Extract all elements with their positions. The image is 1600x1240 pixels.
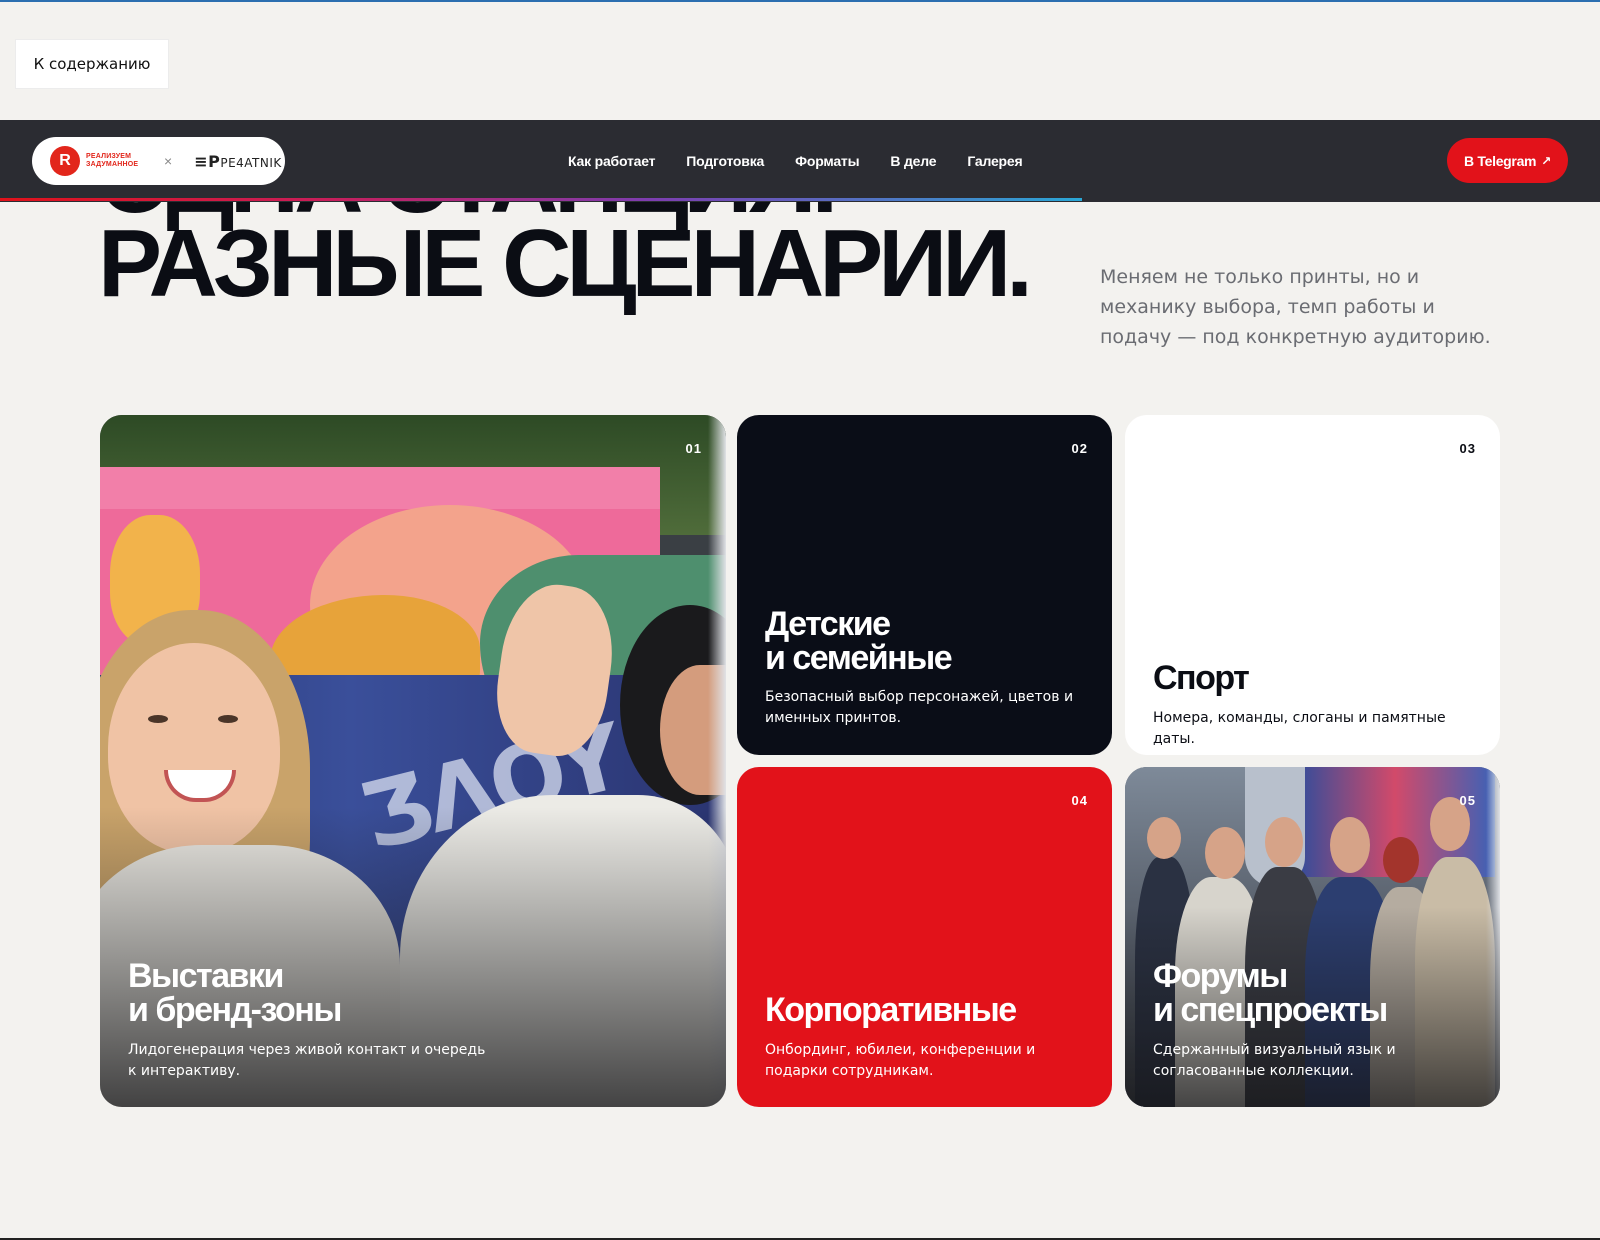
telegram-button-label: В Telegram (1464, 152, 1537, 169)
top-border (0, 0, 1600, 2)
hero-title-line2: РАЗНЫЕ СЦЕНАРИИ. (98, 210, 1033, 317)
card-title-line2: и семейные (765, 639, 953, 677)
hero-subtitle: Меняем не только принты, но и механику в… (1100, 266, 1491, 348)
card-title-line1: Выставки (128, 957, 284, 995)
card-title: Выставки и бренд-зоны (128, 957, 342, 1029)
card-title-line2: и бренд-зоны (128, 991, 342, 1029)
nav-link-in-action[interactable]: В деле (890, 153, 936, 169)
card-title-line1: Спорт (1153, 659, 1250, 697)
card-title: Детские и семейные (765, 605, 953, 677)
partner-logos[interactable]: R РЕАЛИЗУЕМ ЗАДУМАННОЕ × ≡PPE4ATNIK (32, 137, 285, 185)
telegram-button[interactable]: В Telegram ↗ (1447, 138, 1568, 183)
card-number: 05 (1459, 793, 1476, 808)
card-description: Сдержанный визуальный язык и согласованн… (1153, 1042, 1396, 1079)
card-number: 02 (1071, 441, 1088, 456)
scenario-card-forums[interactable]: 05 Форумы и спецпроекты Сдержанный визуа… (1125, 767, 1500, 1107)
card-number: 04 (1071, 793, 1088, 808)
card-title: Спорт (1153, 659, 1250, 697)
nav-link-formats[interactable]: Форматы (795, 153, 859, 169)
card-title: Корпоративные (765, 991, 1017, 1029)
card-title-line1: Форумы (1153, 957, 1288, 995)
scenario-card-sport[interactable]: 03 Спорт Номера, команды, слоганы и памя… (1125, 415, 1500, 755)
realizuem-logo-text: РЕАЛИЗУЕМ ЗАДУМАННОЕ (86, 153, 139, 168)
pechatnik-logo: ≡PPE4ATNIK (194, 152, 282, 171)
card-title-line1: Корпоративные (765, 991, 1017, 1029)
skip-to-content-link[interactable]: К содержанию (16, 40, 168, 88)
logo-separator: × (164, 153, 173, 169)
card-title-line1: Детские (765, 605, 891, 643)
card-title-line2: и спецпроекты (1153, 991, 1388, 1029)
card-title: Форумы и спецпроекты (1153, 957, 1388, 1029)
arrow-up-right-icon: ↗ (1541, 153, 1551, 168)
card-description: Безопасный выбор персонажей, цветов и им… (765, 689, 1074, 726)
nav-link-how-it-works[interactable]: Как работает (568, 153, 655, 169)
nav-link-gallery[interactable]: Галерея (967, 153, 1022, 169)
card-number: 01 (685, 441, 702, 456)
pechatnik-logo-icon: ≡P (194, 151, 221, 171)
card-description: Лидогенерация через живой контакт и очер… (128, 1042, 486, 1079)
realizuem-logo-icon: R (50, 146, 80, 176)
card-number: 03 (1459, 441, 1476, 456)
hero-title: ОДНА СТАНЦИЯ. РАЗНЫЕ СЦЕНАРИИ. (98, 202, 1033, 317)
scenario-card-kids-family[interactable]: 02 Детские и семейные Безопасный выбор п… (737, 415, 1112, 755)
card-description: Онбординг, юбилеи, конференции и подарки… (765, 1042, 1036, 1079)
card-description: Номера, команды, слоганы и памятные даты… (1153, 710, 1446, 747)
nav-link-preparation[interactable]: Подготовка (686, 153, 764, 169)
scenario-card-exhibitions[interactable]: ƷΛOY 01 Выставки и бренд-зоны Лидогенера… (100, 415, 726, 1107)
scenario-card-corporate[interactable]: 04 Корпоративные Онбординг, юбилеи, конф… (737, 767, 1112, 1107)
main-nav: Как работает Подготовка Форматы В деле Г… (568, 120, 1053, 202)
pechatnik-logo-text: PE4ATNIK (220, 155, 282, 170)
